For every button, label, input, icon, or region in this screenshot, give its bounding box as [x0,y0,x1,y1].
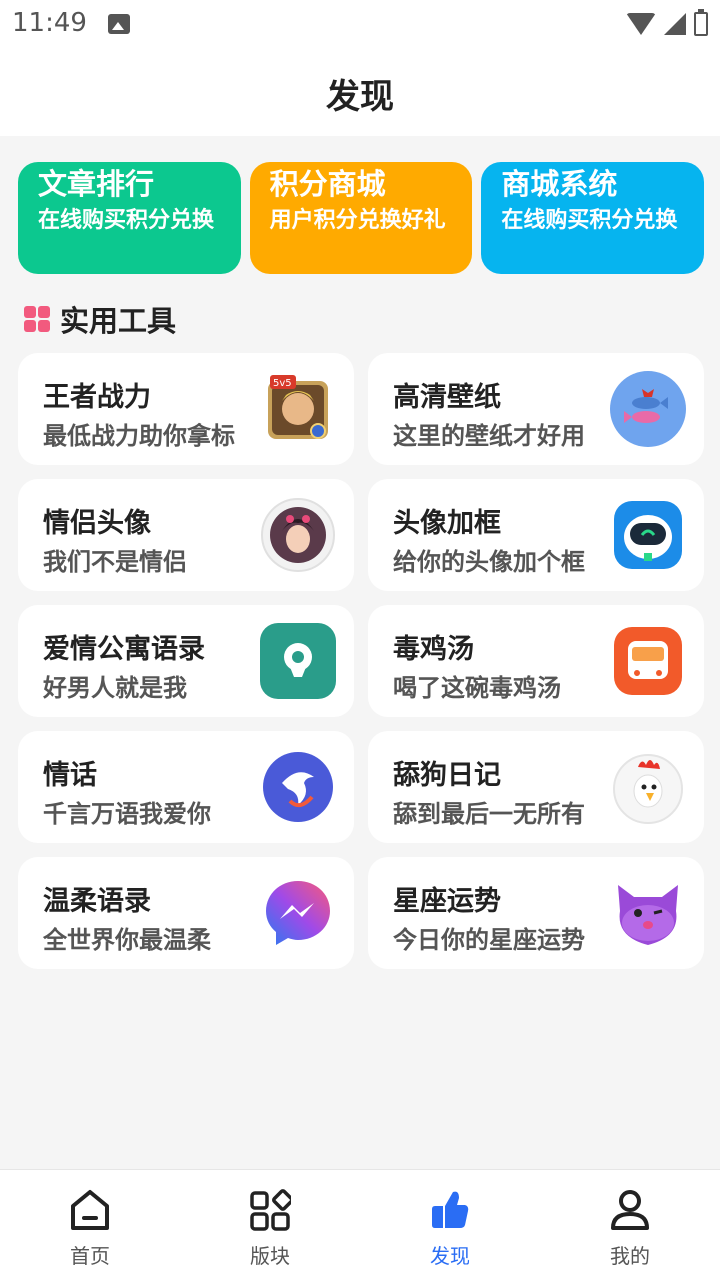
tools-grid: 王者战力 最低战力助你拿标 5v5 高清壁纸 这里的壁纸才好用 情侣头像 我们不… [18,353,704,969]
fish-wallpaper-icon [610,371,686,447]
nav-label: 发现 [430,1244,470,1268]
home-icon [71,1190,109,1230]
tool-desc: 给你的头像加个框 [393,548,585,576]
feature-cards: 文章排行 在线购买积分兑换 积分商城 用户积分兑换好礼 商城系统 在线购买积分兑… [18,162,705,274]
grid-icon [24,306,50,332]
tool-name: 温柔语录 [43,886,151,917]
messenger-icon [266,881,330,945]
tool-card-simp-diary[interactable]: 舔狗日记 舔到最后一无所有 [368,731,704,843]
tool-card-couple-avatar[interactable]: 情侣头像 我们不是情侣 [18,479,354,591]
tool-card-avatar-frame[interactable]: 头像加框 给你的头像加个框 [368,479,704,591]
wifi-icon [626,13,656,35]
girl-avatar-icon [261,498,335,572]
tool-name: 情侣头像 [43,508,151,539]
dolphin-icon [263,752,333,822]
app-header: 发现 [0,50,720,136]
game-hero-icon: 5v5 [268,375,328,439]
section-header-tools: 实用工具 [24,298,176,340]
feature-subtitle: 在线购买积分兑换 [38,208,215,233]
tool-desc: 全世界你最温柔 [43,926,211,954]
nav-label: 首页 [70,1244,110,1268]
tool-desc: 舔到最后一无所有 [393,800,585,828]
blocks-icon [250,1189,291,1231]
bottom-nav: 首页 版块 发现 我的 [0,1169,720,1280]
tool-desc: 喝了这碗毒鸡汤 [393,674,561,702]
section-title: 实用工具 [60,304,177,338]
tool-name: 舔狗日记 [393,760,501,791]
profile-icon [611,1190,649,1230]
tool-desc: 这里的壁纸才好用 [393,422,585,450]
tool-name: 头像加框 [393,508,501,539]
status-time: 11:49 [12,8,87,38]
tool-name: 星座运势 [393,886,501,917]
tool-card-king-power[interactable]: 王者战力 最低战力助你拿标 5v5 [18,353,354,465]
tool-desc: 今日你的星座运势 [393,926,585,954]
nav-item-discover[interactable]: 发现 [360,1170,540,1280]
chat-bubble-icon [260,623,336,699]
nav-item-blocks[interactable]: 版块 [180,1170,360,1280]
tool-desc: 最低战力助你拿标 [43,422,235,450]
tool-card-hd-wallpaper[interactable]: 高清壁纸 这里的壁纸才好用 [368,353,704,465]
nav-item-profile[interactable]: 我的 [540,1170,720,1280]
feature-card-mall-system[interactable]: 商城系统 在线购买积分兑换 [481,162,705,274]
bus-icon [614,627,682,695]
tool-name: 王者战力 [43,382,151,413]
feature-title: 商城系统 [501,167,618,201]
tool-name: 高清壁纸 [393,382,501,413]
image-notification-icon [108,14,130,34]
robot-frame-icon [614,501,682,569]
tool-card-love-words[interactable]: 情话 千言万语我爱你 [18,731,354,843]
rooster-icon [613,754,683,824]
tool-card-ipartment-quotes[interactable]: 爱情公寓语录 好男人就是我 [18,605,354,717]
feature-card-article-ranking[interactable]: 文章排行 在线购买积分兑换 [18,162,241,274]
feature-subtitle: 在线购买积分兑换 [501,208,678,233]
nav-item-home[interactable]: 首页 [0,1170,180,1280]
tool-name: 爱情公寓语录 [43,634,205,665]
status-bar: 11:49 [0,0,720,50]
status-indicators [626,9,708,36]
nav-label: 我的 [610,1244,650,1268]
tool-card-horoscope[interactable]: 星座运势 今日你的星座运势 [368,857,704,969]
purple-cat-icon [618,885,678,945]
tool-desc: 好男人就是我 [43,674,187,702]
feature-card-points-mall[interactable]: 积分商城 用户积分兑换好礼 [249,162,473,274]
tool-card-poison-soup[interactable]: 毒鸡汤 喝了这碗毒鸡汤 [368,605,704,717]
nav-label: 版块 [250,1244,290,1268]
tool-desc: 千言万语我爱你 [43,800,211,828]
feature-subtitle: 用户积分兑换好礼 [269,208,446,233]
page-title: 发现 [326,76,394,117]
tool-card-gentle-quotes[interactable]: 温柔语录 全世界你最温柔 [18,857,354,969]
signal-icon [664,13,686,35]
tool-name: 毒鸡汤 [393,634,474,665]
feature-title: 积分商城 [269,167,386,201]
svg-text:5v5: 5v5 [273,378,292,389]
tool-desc: 我们不是情侣 [43,548,187,576]
tool-name: 情话 [43,760,97,791]
feature-title: 文章排行 [38,167,155,201]
battery-icon [694,9,708,36]
discover-icon [432,1191,469,1228]
